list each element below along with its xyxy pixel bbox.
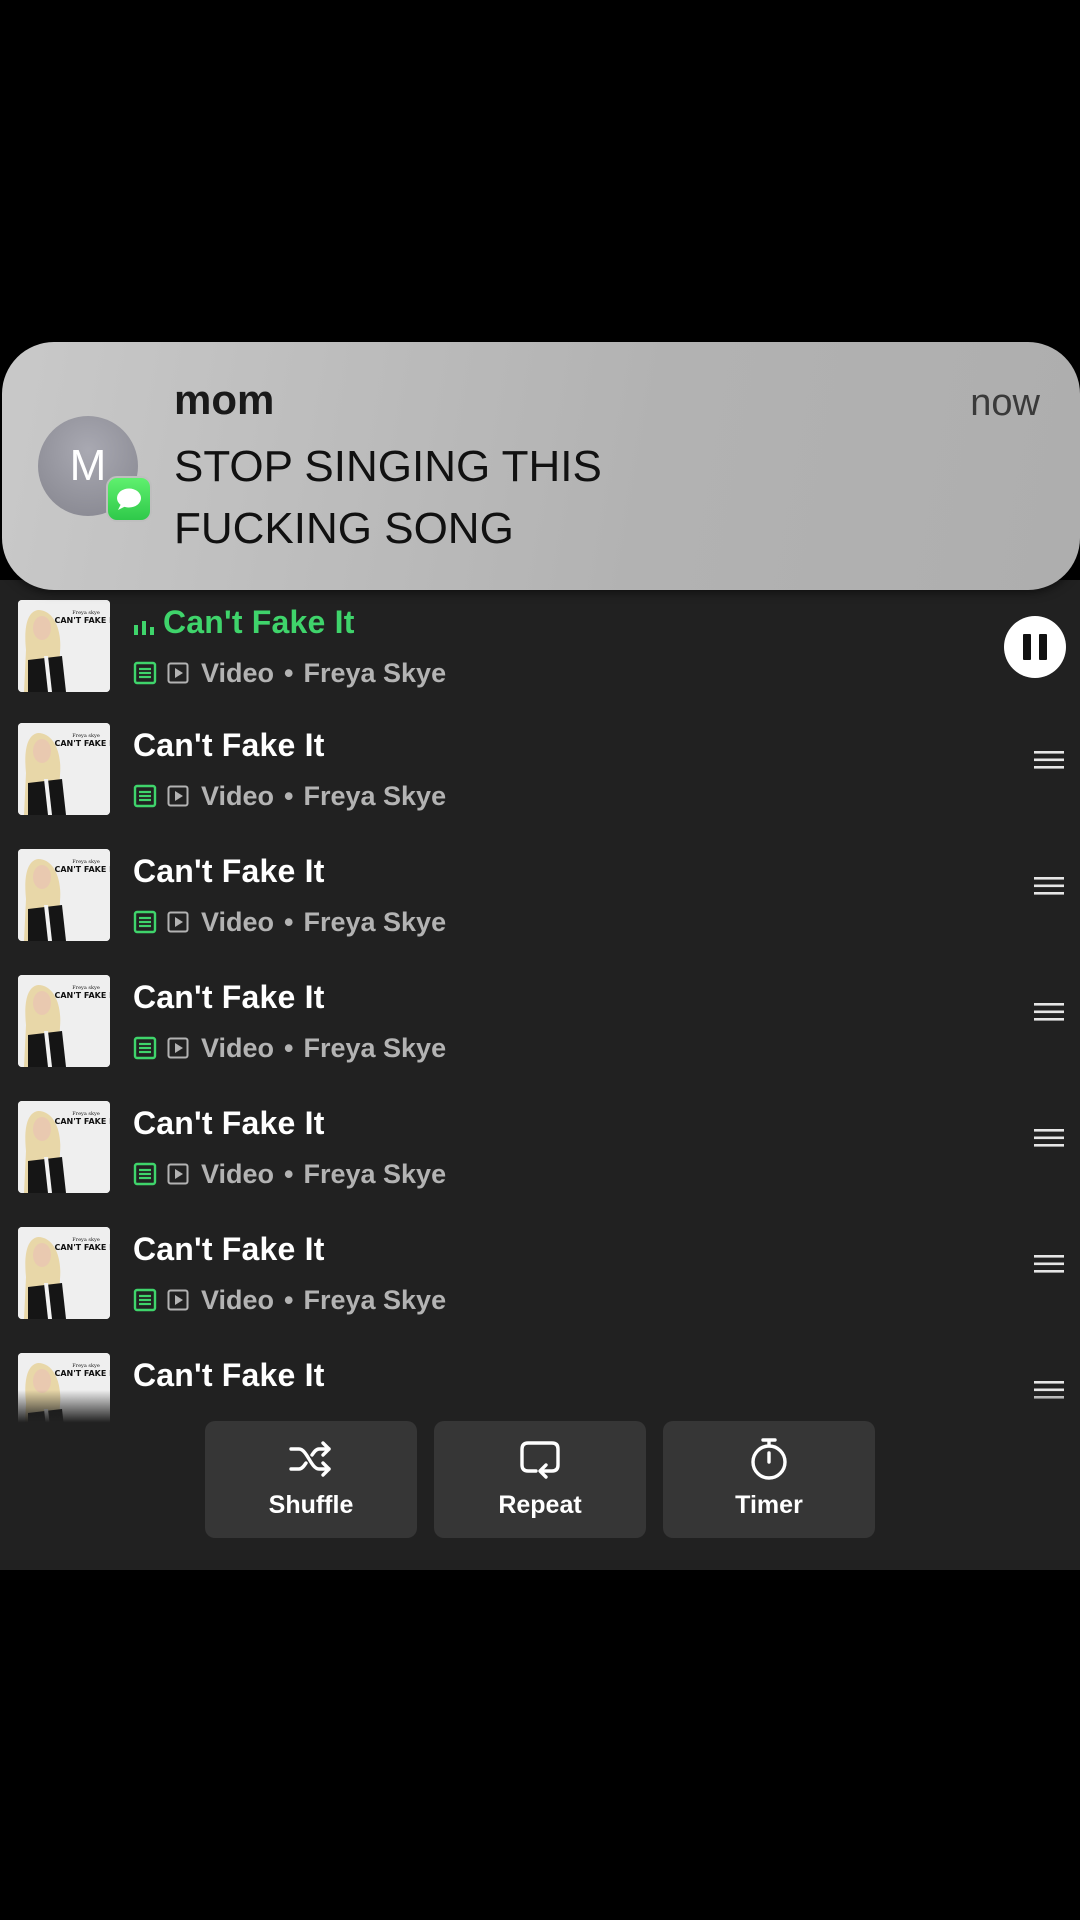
video-icon [167, 785, 189, 807]
track-type: Video [201, 906, 275, 937]
meta-separator: • [284, 906, 294, 937]
album-art: Freya skye CAN'T FAKE IT [18, 600, 110, 692]
notification-message: STOP SINGING THIS FUCKING SONG [174, 442, 602, 553]
equalizer-icon [134, 621, 154, 635]
lyrics-icon [133, 910, 157, 934]
svg-text:CAN'T FAKE IT: CAN'T FAKE IT [54, 865, 110, 874]
timer-label: Timer [735, 1491, 803, 1519]
track-artist[interactable]: Freya Skye [303, 1033, 446, 1064]
timer-icon [751, 1438, 787, 1480]
track-artist[interactable]: Freya Skye [303, 658, 446, 689]
lyrics-icon [133, 661, 157, 685]
drag-handle-icon[interactable] [1034, 749, 1064, 771]
meta-separator: • [284, 657, 294, 688]
lyrics-icon [133, 784, 157, 808]
meta-separator: • [284, 1032, 294, 1063]
album-art: Freya skye CAN'T FAKE IT [18, 975, 110, 1067]
svg-text:CAN'T FAKE IT: CAN'T FAKE IT [54, 1117, 110, 1126]
pause-icon-bar [1039, 634, 1047, 660]
messages-icon [106, 476, 152, 522]
video-icon [167, 1163, 189, 1185]
album-art: Freya skye CAN'T FAKE IT [18, 849, 110, 941]
drag-handle-icon[interactable] [1034, 875, 1064, 897]
repeat-label: Repeat [498, 1491, 582, 1519]
svg-text:CAN'T FAKE IT: CAN'T FAKE IT [54, 1369, 110, 1378]
shuffle-button[interactable]: Shuffle [205, 1421, 417, 1538]
drag-handle-icon[interactable] [1034, 1001, 1064, 1023]
track-artist[interactable]: Freya Skye [303, 1159, 446, 1190]
track-meta: Video • Freya Skye [133, 1031, 446, 1065]
track-meta: Video • Freya Skye [133, 656, 446, 690]
now-playing-row[interactable]: Freya skye CAN'T FAKE IT Can't Fake It [0, 580, 1080, 706]
now-playing-title: Can't Fake It [163, 604, 355, 640]
track-type: Video [201, 657, 275, 688]
track-meta: Video • Freya Skye [133, 1157, 446, 1191]
lyrics-icon [133, 1288, 157, 1312]
meta-separator: • [284, 780, 294, 811]
track-title: Can't Fake It [133, 853, 325, 889]
track-artist[interactable]: Freya Skye [303, 907, 446, 938]
pause-icon [1023, 634, 1031, 660]
album-art: Freya skye CAN'T FAKE IT [18, 1227, 110, 1319]
repeat-button[interactable]: Repeat [434, 1421, 646, 1538]
track-artist[interactable]: Freya Skye [303, 1285, 446, 1316]
timer-button[interactable]: Timer [663, 1421, 875, 1538]
track-type: Video [201, 780, 275, 811]
meta-separator: • [284, 1158, 294, 1189]
queue-panel: Freya skye CAN'T FAKE IT Can't Fake It [0, 580, 1080, 1570]
queue-item[interactable]: Freya skye CAN'T FAKE IT Can't Fake It V… [0, 1207, 1080, 1333]
pause-button[interactable] [1004, 616, 1066, 678]
queue-item[interactable]: Freya skye CAN'T FAKE IT Can't Fake It V… [0, 1081, 1080, 1207]
lyrics-icon [133, 1162, 157, 1186]
svg-text:CAN'T FAKE IT: CAN'T FAKE IT [54, 739, 110, 748]
track-artist[interactable]: Freya Skye [303, 781, 446, 812]
album-art: Freya skye CAN'T FAKE IT [18, 723, 110, 815]
track-type: Video [201, 1284, 275, 1315]
meta-separator: • [284, 1284, 294, 1315]
shuffle-label: Shuffle [268, 1491, 354, 1519]
track-title: Can't Fake It [133, 1105, 325, 1141]
track-title: Can't Fake It [133, 979, 325, 1015]
track-meta: Video • Freya Skye [133, 1283, 446, 1317]
drag-handle-icon[interactable] [1034, 1253, 1064, 1275]
lyrics-icon [133, 1036, 157, 1060]
video-icon [167, 1037, 189, 1059]
svg-text:CAN'T FAKE IT: CAN'T FAKE IT [54, 616, 110, 625]
album-art: Freya skye CAN'T FAKE IT [18, 1101, 110, 1193]
svg-text:CAN'T FAKE IT: CAN'T FAKE IT [54, 991, 110, 1000]
track-title: Can't Fake It [133, 1357, 325, 1393]
drag-handle-icon[interactable] [1034, 1127, 1064, 1149]
track-type: Video [201, 1158, 275, 1189]
repeat-icon [520, 1441, 560, 1479]
screen: Freya skye CAN'T FAKE IT Can't Fake It [0, 0, 1080, 1920]
queue-item[interactable]: Freya skye CAN'T FAKE IT Can't Fake It V… [0, 703, 1080, 829]
shuffle-icon [289, 1441, 331, 1477]
track-type: Video [201, 1032, 275, 1063]
track-title: Can't Fake It [133, 727, 325, 763]
video-icon [167, 1289, 189, 1311]
notification-time: now [970, 382, 1040, 424]
queue-item[interactable]: Freya skye CAN'T FAKE IT Can't Fake It V… [0, 829, 1080, 955]
message-notification[interactable]: M mom now STOP SINGING THIS FUCKING SONG [2, 342, 1080, 590]
notification-sender: mom [174, 376, 275, 423]
video-icon [167, 662, 189, 684]
track-meta: Video • Freya Skye [133, 905, 446, 939]
queue-item[interactable]: Freya skye CAN'T FAKE IT Can't Fake It V… [0, 955, 1080, 1081]
track-meta: Video • Freya Skye [133, 779, 446, 813]
track-title: Can't Fake It [133, 1231, 325, 1267]
video-icon [167, 911, 189, 933]
svg-text:CAN'T FAKE IT: CAN'T FAKE IT [54, 1243, 110, 1252]
